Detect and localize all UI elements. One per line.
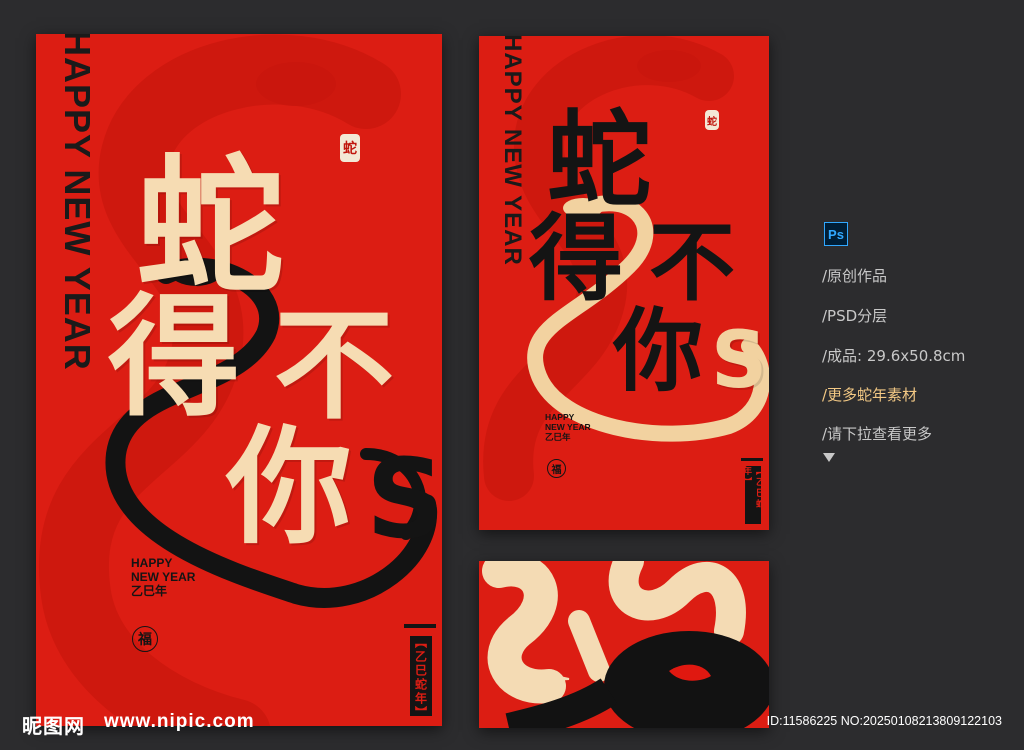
info-original: /原创作品 xyxy=(822,267,888,285)
greeting-line-1: HAPPY xyxy=(545,412,575,422)
calligraphy-char-2: 得 xyxy=(108,280,240,435)
image-id: ID:11586225 NO:20250108213809122103 xyxy=(766,714,1002,728)
calligraphy-char-2: 得 xyxy=(529,204,624,314)
calligraphy-char-3: 不 xyxy=(649,212,735,313)
greeting-line-1: HAPPY xyxy=(131,556,173,570)
greeting-line-2: NEW YEAR xyxy=(131,570,196,585)
fu-seal: 福 xyxy=(132,626,158,652)
poster-large-preview: HAPPY NEW YEAR 蛇 蛇 得 不 你 S HAPPY NEW YEA… xyxy=(36,34,442,726)
down-arrow-icon xyxy=(823,453,835,462)
photoshop-icon: Ps xyxy=(824,222,848,246)
calligraphy-s: S xyxy=(366,435,442,563)
calligraphy-char-3: 不 xyxy=(274,295,394,436)
calligraphy-s: S xyxy=(711,316,768,406)
tag-top-bar xyxy=(404,624,436,628)
snake-seal: 蛇 xyxy=(705,110,719,130)
snake-seal: 蛇 xyxy=(340,134,360,162)
info-size: /成品: 29.6x50.8cm xyxy=(822,347,966,365)
greeting-block: HAPPY NEW YEAR 乙巳年 xyxy=(131,556,195,598)
poster-detail-crop xyxy=(479,561,769,728)
tag-top-bar xyxy=(741,458,763,461)
more-snake-materials-link[interactable]: /更多蛇年素材 xyxy=(822,384,917,405)
greeting-line-2: NEW YEAR xyxy=(545,422,591,433)
fu-seal: 福 xyxy=(547,459,566,478)
calligraphy-char-4: 你 xyxy=(226,413,352,561)
calligraphy-char-1: 蛇 xyxy=(547,98,652,221)
year-tag: 【乙巳蛇年】 xyxy=(741,466,764,524)
nipic-logo: 昵图网 xyxy=(22,714,85,738)
snake-head-detail xyxy=(482,561,769,728)
poster-small-preview: HAPPY NEW YEAR 蛇 蛇 得 不 你 S HAPPY NEW YEA… xyxy=(479,36,769,530)
vertical-title: HAPPY NEW YEAR xyxy=(57,34,98,371)
year-tag: 【乙巳蛇年】 xyxy=(410,636,432,720)
greeting-line-3: 乙巳年 xyxy=(131,584,168,599)
info-scroll-more: /请下拉查看更多 xyxy=(822,425,933,443)
calligraphy-char-1: 蛇 xyxy=(136,139,284,313)
calligraphy-char-4: 你 xyxy=(613,298,703,404)
greeting-block: HAPPY NEW YEAR 乙巳年 xyxy=(545,412,591,442)
greeting-line-3: 乙巳年 xyxy=(545,432,571,443)
vertical-title: HAPPY NEW YEAR xyxy=(499,36,526,266)
info-psd-layers: /PSD分层 xyxy=(822,307,888,325)
nipic-url: www.nipic.com xyxy=(104,711,255,732)
